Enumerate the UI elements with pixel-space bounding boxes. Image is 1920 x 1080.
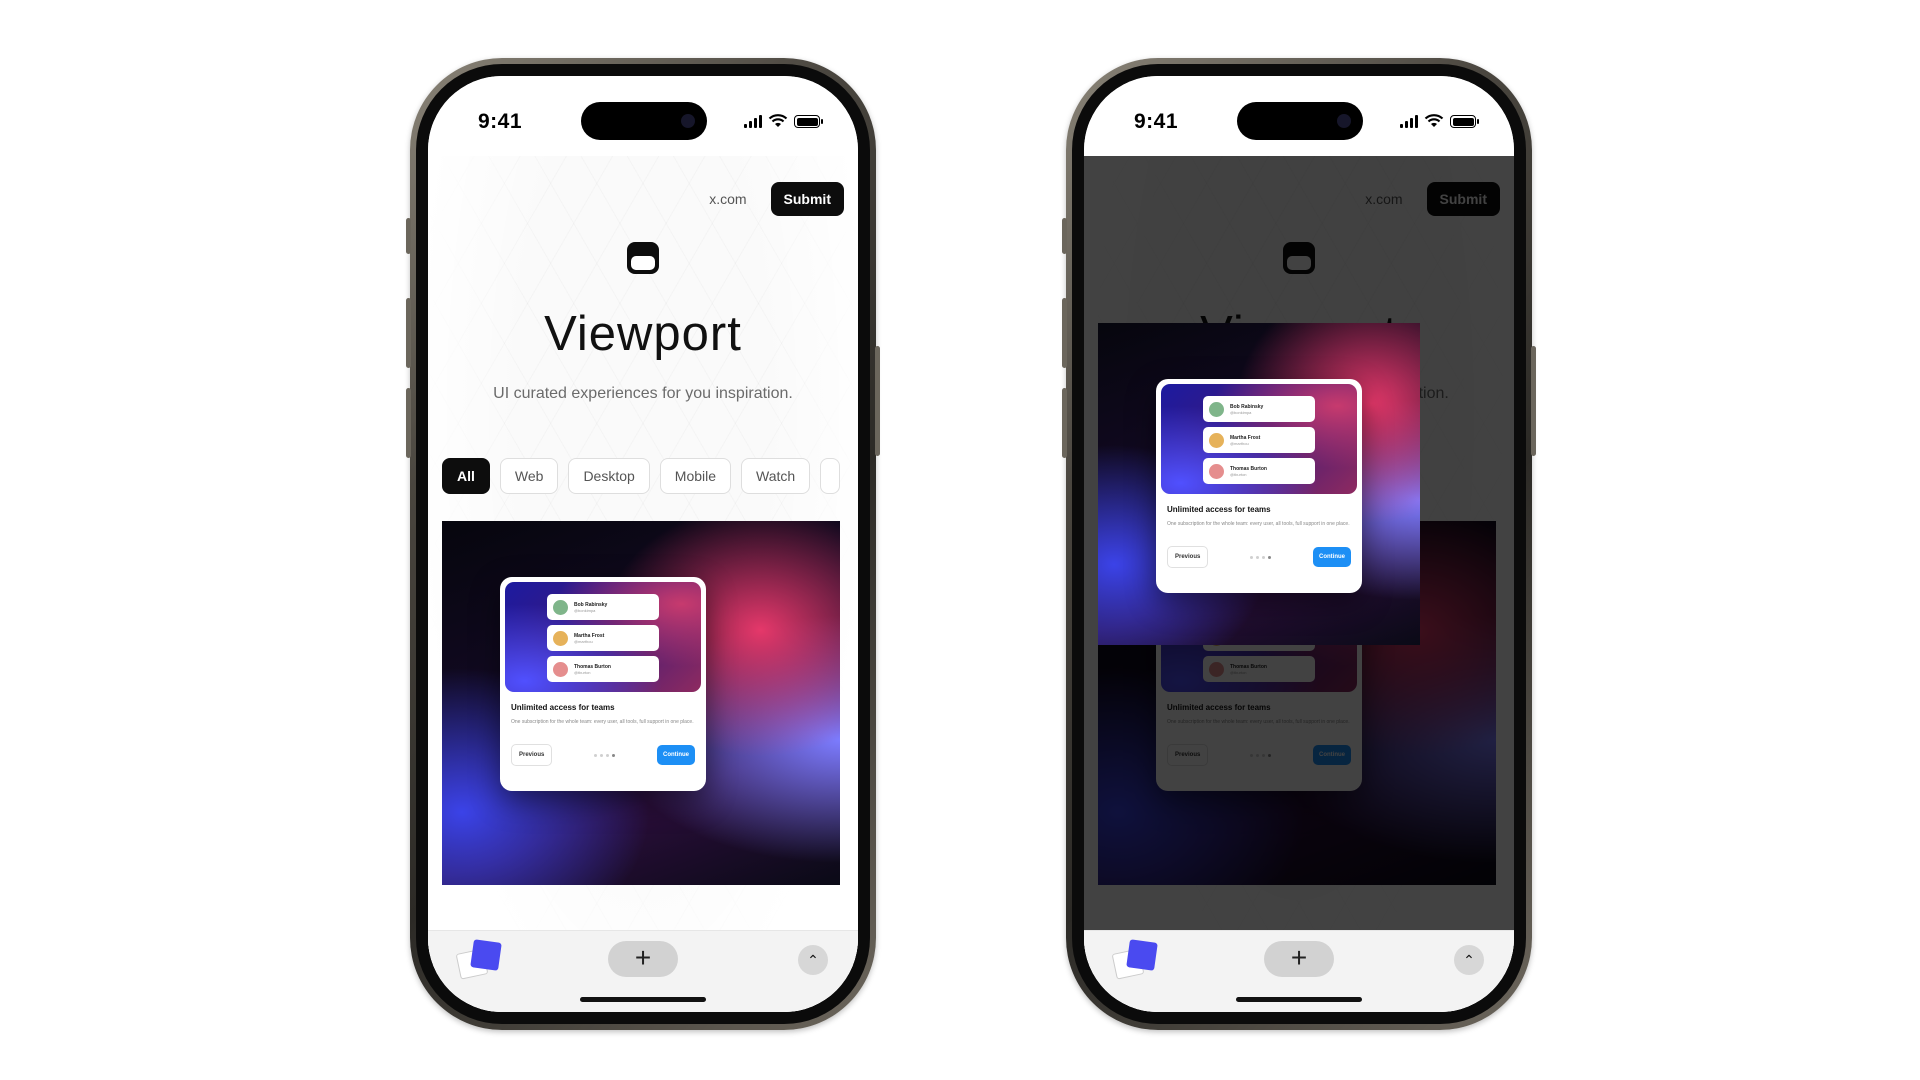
avatar <box>1209 463 1224 479</box>
chevron-up-icon[interactable]: ⌃ <box>798 945 828 975</box>
modal-title: Unlimited access for teams <box>1167 505 1271 514</box>
filter-more[interactable] <box>820 458 841 494</box>
pagination-dots <box>594 753 616 757</box>
screen: 9:41 x.com Submit Viewport UI curated ex… <box>1084 76 1514 1012</box>
user-name: Martha Frost <box>574 632 605 639</box>
user-name: Bob Rabinsky <box>1230 403 1264 410</box>
phone-left: 9:41 x.com Submit Viewport UI curated ex… <box>406 58 880 1030</box>
previous-button[interactable]: Previous <box>1167 546 1209 568</box>
user-name: Thomas Burton <box>1230 465 1267 472</box>
signal-icon <box>744 115 762 128</box>
user-handle: @marthou <box>574 638 593 644</box>
user-row: Thomas Burton@tburton <box>547 656 659 682</box>
expanded-modal: Bob Rabinsky @bonkimpa Martha Frost @marth… <box>1156 379 1362 593</box>
filter-chips: All Web Desktop Mobile Watch <box>442 458 841 494</box>
avatar <box>553 630 568 646</box>
user-row: Bob Rabinsky@bonkimpa <box>1203 396 1315 422</box>
nav-link[interactable]: x.com <box>709 191 746 207</box>
modal-hero: Bob Rabinsky@bonkimpa Martha Frost@marth… <box>1161 384 1357 494</box>
avatar <box>553 599 568 615</box>
wifi-icon <box>768 114 788 127</box>
status-time: 9:41 <box>1134 110 1179 133</box>
signal-icon <box>1400 115 1418 128</box>
user-row: Thomas Burton@tburton <box>1203 458 1315 484</box>
filter-web[interactable]: Web <box>499 458 559 494</box>
tabs-icon[interactable] <box>455 939 502 980</box>
preview-card[interactable]: Bob Rabinsky@bonkimpa Martha Frost@marth… <box>442 521 840 885</box>
filter-watch[interactable]: Watch <box>741 458 811 494</box>
wifi-icon <box>1424 114 1444 127</box>
filter-all[interactable]: All <box>442 458 490 494</box>
modal-hero: Bob Rabinsky@bonkimpa Martha Frost@marth… <box>505 582 701 692</box>
user-row: Martha Frost@marthou <box>547 625 659 651</box>
filter-mobile[interactable]: Mobile <box>659 458 732 494</box>
phone-right: 9:41 x.com Submit Viewport UI curated ex… <box>1062 58 1536 1030</box>
app-logo-icon <box>627 242 659 274</box>
modal-description: One subscription for the whole team: eve… <box>1167 521 1350 527</box>
chevron-up-icon[interactable]: ⌃ <box>1454 945 1484 975</box>
status-bar: 9:41 <box>1084 76 1514 156</box>
avatar <box>1209 401 1224 417</box>
pagination-dots <box>1250 555 1272 559</box>
continue-button[interactable]: Continue <box>1312 547 1351 567</box>
status-time: 9:41 <box>478 110 523 133</box>
battery-icon <box>794 115 823 128</box>
previous-button[interactable]: Previous <box>511 744 553 766</box>
status-bar: 9:41 <box>428 76 858 156</box>
user-name: Thomas Burton <box>574 663 611 670</box>
filter-desktop[interactable]: Desktop <box>568 458 650 494</box>
modal-description: One subscription for the whole team: eve… <box>511 719 694 725</box>
new-tab-button[interactable]: + <box>608 941 678 977</box>
avatar <box>553 661 568 677</box>
expanded-preview-card[interactable]: Bob Rabinsky @bonkimpa Martha Frost @marth… <box>1098 323 1420 645</box>
submit-button[interactable]: Submit <box>770 182 844 216</box>
dynamic-island <box>1237 102 1363 140</box>
user-handle: @tburton <box>574 669 591 675</box>
dynamic-island <box>581 102 707 140</box>
user-handle: @bonkimpa <box>574 607 596 613</box>
user-handle: @marthou <box>1230 440 1249 446</box>
battery-icon <box>1450 115 1479 128</box>
page: x.com Submit Viewport UI curated experie… <box>428 156 858 1012</box>
avatar <box>1209 432 1224 448</box>
preview-modal: Bob Rabinsky@bonkimpa Martha Frost@marth… <box>500 577 706 791</box>
user-row: Bob Rabinsky@bonkimpa <box>547 594 659 620</box>
user-row: Martha Frost@marthou <box>1203 427 1315 453</box>
continue-button[interactable]: Continue <box>656 745 695 765</box>
user-handle: @bonkimpa <box>1230 409 1252 415</box>
user-name: Bob Rabinsky <box>574 601 608 608</box>
bottom-toolbar: + ⌃ <box>1084 930 1514 1012</box>
home-indicator <box>580 997 706 1002</box>
bottom-toolbar: + ⌃ <box>428 930 858 1012</box>
user-handle: @tburton <box>1230 471 1247 477</box>
screen: 9:41 x.com Submit Viewport UI curated ex… <box>428 76 858 1012</box>
page-title: Viewport <box>544 307 742 361</box>
tabs-icon[interactable] <box>1111 939 1158 980</box>
page-subtitle: UI curated experiences for you inspirati… <box>493 385 793 402</box>
modal-title: Unlimited access for teams <box>511 703 615 712</box>
user-name: Martha Frost <box>1230 434 1261 441</box>
new-tab-button[interactable]: + <box>1264 941 1334 977</box>
home-indicator <box>1236 997 1362 1002</box>
